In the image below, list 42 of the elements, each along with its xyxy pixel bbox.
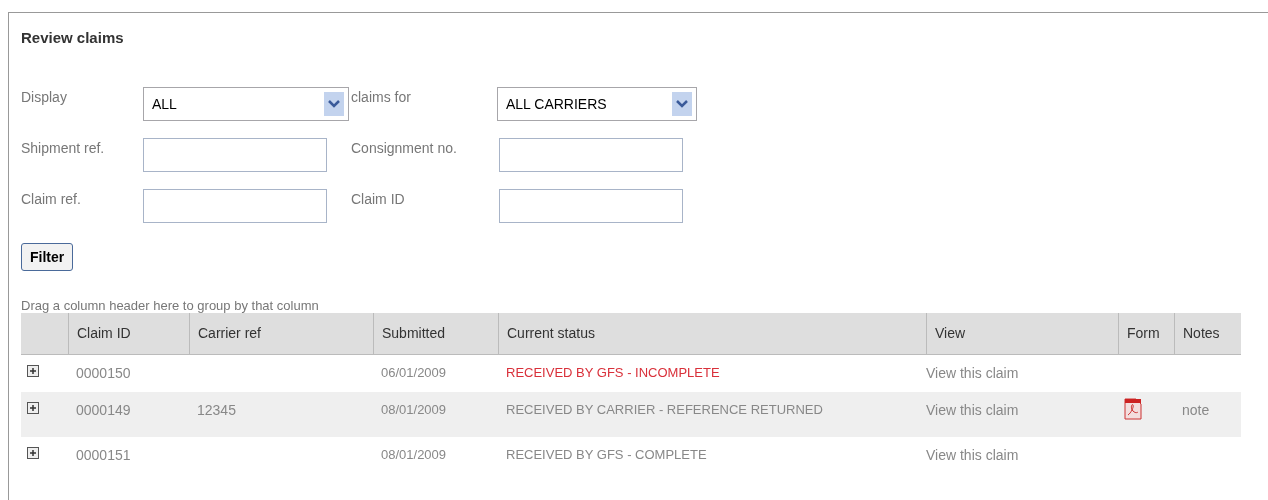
chevron-down-icon: [672, 92, 692, 116]
expand-icon[interactable]: [27, 402, 39, 414]
input-field[interactable]: [499, 189, 683, 223]
dropdown[interactable]: ALL CARRIERS: [497, 87, 697, 121]
table-cell-text: 0000149: [75, 401, 132, 420]
table-cell-text: 0000151: [75, 446, 132, 465]
expand-icon[interactable]: [27, 365, 39, 377]
view-link[interactable]: View this claim: [926, 365, 1019, 381]
input-field[interactable]: [499, 138, 683, 172]
column-header[interactable]: View: [926, 313, 1118, 354]
field-label: Claim ref.: [21, 190, 82, 209]
expand-icon[interactable]: [27, 447, 39, 459]
input-field[interactable]: [143, 189, 327, 223]
input-field[interactable]: [143, 138, 327, 172]
table-cell-text: 0000150: [75, 364, 132, 383]
field-label: Display: [21, 88, 68, 107]
dropdown-value: ALL CARRIERS: [506, 94, 607, 114]
column-header[interactable]: Current status: [498, 313, 926, 354]
column-header[interactable]: Carrier ref: [189, 313, 373, 354]
group-hint: Drag a column header here to group by that column: [21, 299, 320, 313]
table-cell: 12345: [197, 402, 236, 418]
column-header[interactable]: Claim ID: [68, 313, 189, 354]
status-cell-text: RECEIVED BY GFS - INCOMPLETE: [505, 364, 721, 382]
chevron-down-icon: [324, 92, 344, 116]
field-label: claims for: [350, 88, 412, 107]
status-cell-text: RECEIVED BY GFS - COMPLETE: [505, 446, 708, 464]
field-label: Shipment ref.: [21, 139, 106, 158]
field-label: Claim ID: [351, 190, 406, 209]
status-cell-text: RECEIVED BY CARRIER - REFERENCE RETURNED: [505, 401, 824, 419]
page-title: Review claims: [21, 28, 125, 48]
view-link[interactable]: View this claim: [926, 447, 1019, 463]
column-header[interactable]: Notes: [1174, 313, 1241, 354]
column-header[interactable]: Submitted: [373, 313, 498, 354]
pdf-icon[interactable]: [1124, 398, 1142, 420]
table-cell-text: 08/01/2009: [380, 401, 448, 419]
field-label: Consignment no.: [351, 139, 458, 158]
column-header[interactable]: Form: [1118, 313, 1174, 354]
dropdown-value: ALL: [152, 94, 177, 114]
dropdown[interactable]: ALL: [143, 87, 349, 121]
filter-button[interactable]: Filter: [21, 243, 74, 271]
table-cell-text: 08/01/2009: [380, 446, 448, 464]
table-cell-text: 06/01/2009: [380, 364, 448, 382]
